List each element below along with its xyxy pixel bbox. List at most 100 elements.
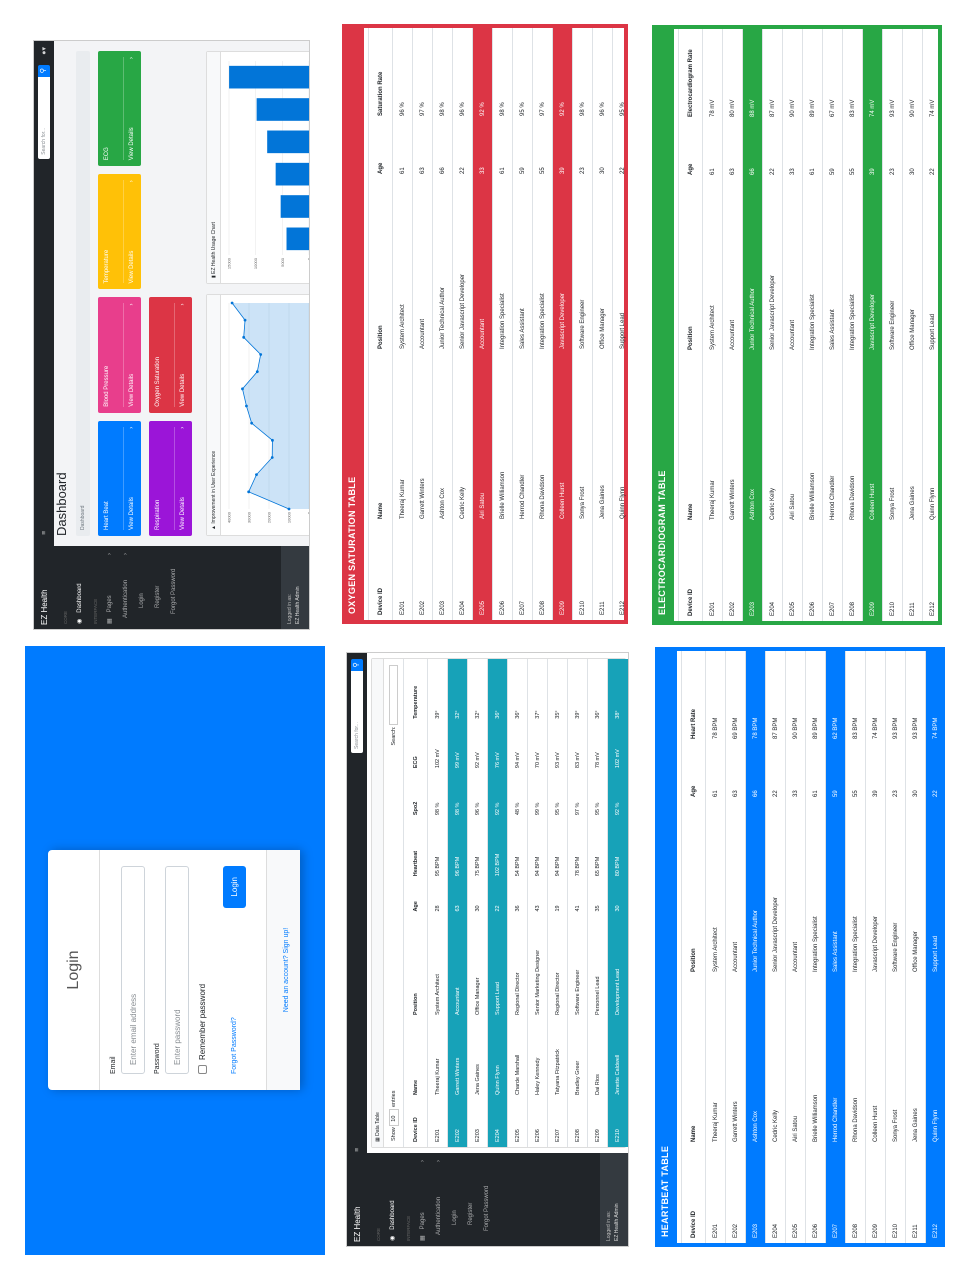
table-row[interactable]: E203 Jena Gaines Office Manager 30 75 BPM 96 …: [467, 659, 488, 1147]
column-header[interactable]: Device ID: [678, 525, 703, 621]
table-row[interactable]: E209 Colleen Hurst Javascript Developer 39 7…: [862, 29, 883, 621]
table-row[interactable]: E208 Bradley Greer Software Engineer 41 78 B…: [567, 659, 588, 1147]
column-header[interactable]: Heart Rate: [681, 651, 706, 744]
column-header[interactable]: Position: [368, 179, 393, 354]
table-row[interactable]: E210 Jenette Caldwell Development Lead 30 80…: [607, 659, 628, 1147]
table-row[interactable]: E204 Cedric Kelly Senior Javascript Develo…: [765, 651, 786, 1243]
column-header[interactable]: Device ID: [403, 1099, 428, 1147]
table-row[interactable]: E206 Brielle Williamson Integration Specia…: [492, 28, 513, 620]
sidebar-item-register[interactable]: Register: [463, 1160, 479, 1241]
sidebar-item-register[interactable]: Register: [150, 553, 166, 624]
table-row[interactable]: E208 Rhona Davidson Integration Specialist…: [845, 651, 866, 1243]
table-row[interactable]: E202 Garrett Winters Accountant 63 97 %: [412, 28, 433, 620]
table-row[interactable]: E205 Airi Satou Accountant 33 90 BPM: [785, 651, 806, 1243]
sidebar-item-login[interactable]: Login: [134, 553, 150, 624]
email-field[interactable]: Enter email address: [121, 866, 145, 1074]
brand[interactable]: EZ Health: [353, 1162, 362, 1242]
entries-select[interactable]: 10: [388, 1108, 399, 1126]
table-row[interactable]: E204 Quinn Flynn Support Lead 22 102 BPM 92 %…: [487, 659, 508, 1147]
column-header[interactable]: ECG: [403, 723, 428, 774]
table-row[interactable]: E209 Colleen Hurst Javascript Developer 39 7…: [865, 651, 886, 1243]
card-ecg[interactable]: ECG View Details ›: [98, 51, 141, 167]
table-row[interactable]: E204 Cedric Kelly Senior Javascript Develo…: [762, 29, 783, 621]
column-header[interactable]: Device ID: [368, 524, 393, 620]
sidebar-item-authentication[interactable]: Authentication ›: [431, 1160, 447, 1241]
column-header[interactable]: Age: [403, 881, 428, 917]
signup-link[interactable]: Need an account? Sign up!: [283, 928, 290, 1012]
user-icon[interactable]: ●▾: [40, 47, 48, 55]
table-row[interactable]: E205 Airi Satou Accountant 33 90 mV: [782, 29, 803, 621]
table-row[interactable]: E206 Haley Kennedy Senior Marketing Design…: [527, 659, 548, 1147]
table-row[interactable]: E211 Jena Gaines Office Manager 30 90 mV: [902, 29, 923, 621]
column-header[interactable]: Spo2: [403, 773, 428, 821]
column-header[interactable]: Electrocardiogram Rate: [678, 29, 703, 122]
column-header[interactable]: Age: [681, 744, 706, 802]
table-row[interactable]: E206 Brielle Williamson Integration Specia…: [802, 29, 823, 621]
column-header[interactable]: Device ID: [681, 1147, 706, 1243]
sidebar-item-pages[interactable]: ▦ Pages ›: [414, 1160, 431, 1241]
table-row[interactable]: E203 Ashton Cox Junior Technical Author 66 8…: [742, 29, 763, 621]
table-row[interactable]: E208 Rhona Davidson Integration Specialist…: [842, 29, 863, 621]
table-row[interactable]: E210 Sonya Frost Software Engineer 23 93 BPM: [885, 651, 906, 1243]
table-row[interactable]: E210 Sonya Frost Software Engineer 23 93 mV: [882, 29, 903, 621]
table-row[interactable]: E209 Dai Rios Personnel Lead 35 65 BPM 95 % 78…: [587, 659, 608, 1147]
column-header[interactable]: Name: [403, 1020, 428, 1100]
card-blood-pressure[interactable]: Blood Pressure View Details ›: [98, 297, 141, 413]
card-link[interactable]: View Details: [180, 497, 186, 530]
table-row[interactable]: E212 Quinn Flynn Support Lead 22 95 %: [612, 28, 628, 620]
menu-toggle-icon[interactable]: ≡: [354, 1148, 361, 1152]
card-oxygen-saturation[interactable]: Oxygen Saturation View Details ›: [149, 297, 192, 413]
sidebar-item-dashboard[interactable]: ◉ Dashboard: [71, 553, 88, 624]
table-row[interactable]: E207 Herrod Chandler Sales Assistant 59 95 %: [512, 28, 533, 620]
table-row[interactable]: E211 Jena Gaines Office Manager 30 96 %: [592, 28, 613, 620]
forgot-password-link[interactable]: Forgot Password?: [231, 1017, 238, 1074]
table-row[interactable]: E201 Theeraj Kumar System Architect 61 96 %: [392, 28, 413, 620]
column-header[interactable]: Age: [678, 122, 703, 180]
table-row[interactable]: E207 Herrod Chandler Sales Assistant 59 67 m…: [822, 29, 843, 621]
column-header[interactable]: Temperature: [403, 659, 428, 724]
table-row[interactable]: E204 Cedric Kelly Senior Javascript Develo…: [452, 28, 473, 620]
column-header[interactable]: Position: [403, 916, 428, 1021]
table-row[interactable]: E205 Airi Satou Accountant 33 92 %: [472, 28, 493, 620]
search-icon[interactable]: ⚲: [38, 64, 50, 77]
column-header[interactable]: Name: [678, 355, 703, 525]
column-header[interactable]: Name: [368, 354, 393, 524]
table-row[interactable]: E209 Colleen Hurst Javascript Developer 39 9…: [552, 28, 573, 620]
search-input[interactable]: Search for...: [38, 76, 50, 159]
table-row[interactable]: E202 Garrett Winters Accountant 63 80 mV: [722, 29, 743, 621]
column-header[interactable]: Age: [368, 121, 393, 179]
table-row[interactable]: E212 Quinn Flynn Support Lead 22 74 mV: [922, 29, 942, 621]
card-link[interactable]: View Details: [129, 127, 135, 160]
table-row[interactable]: E203 Ashton Cox Junior Technical Author 66 7…: [745, 651, 766, 1243]
remember-checkbox[interactable]: [198, 1065, 207, 1074]
sidebar-item-dashboard[interactable]: ◉ Dashboard: [384, 1160, 401, 1241]
table-row[interactable]: E206 Brielle Williamson Integration Specia…: [805, 651, 826, 1243]
table-row[interactable]: E208 Rhona Davidson Integration Specialist…: [532, 28, 553, 620]
sidebar-item-forgot-password[interactable]: Forgot Password: [166, 553, 182, 624]
table-row[interactable]: E205 Charde Marshall Regional Director 36 54…: [507, 659, 528, 1147]
login-button[interactable]: Login: [223, 866, 246, 908]
table-row[interactable]: E201 Theeraj Kumar System Architect 61 78 BP…: [705, 651, 726, 1243]
table-row[interactable]: E203 Ashton Cox Junior Technical Author 66 9…: [432, 28, 453, 620]
sidebar-item-pages[interactable]: ▦ Pages ›: [101, 553, 118, 624]
table-row[interactable]: E212 Quinn Flynn Support Lead 22 74 BPM: [925, 651, 945, 1243]
column-header[interactable]: Saturation Rate: [368, 28, 393, 121]
search-input[interactable]: Search for...: [351, 671, 363, 753]
table-row[interactable]: E207 Tatyana Fitzpatrick Regional Director…: [547, 659, 568, 1147]
table-search-input[interactable]: [389, 665, 398, 725]
table-row[interactable]: E202 Garrett Winters Accountant 63 96 BPM 98 …: [447, 659, 468, 1147]
column-header[interactable]: Position: [678, 180, 703, 355]
password-field[interactable]: Enter password: [165, 866, 189, 1074]
remember-row[interactable]: Remember password: [198, 866, 207, 1074]
search-icon[interactable]: ⚲: [351, 659, 363, 671]
column-header[interactable]: Heartbeat: [403, 820, 428, 882]
menu-toggle-icon[interactable]: ≡: [41, 531, 48, 535]
card-link[interactable]: View Details: [129, 251, 135, 284]
column-header[interactable]: Name: [681, 977, 706, 1147]
card-respiration[interactable]: Respiration View Details ›: [149, 420, 192, 536]
table-row[interactable]: E207 Herrod Chandler Sales Assistant 59 62 B…: [825, 651, 846, 1243]
table-row[interactable]: E210 Sonya Frost Software Engineer 23 98 %: [572, 28, 593, 620]
card-link[interactable]: View Details: [180, 374, 186, 407]
card-link[interactable]: View Details: [129, 374, 135, 407]
card-temperature[interactable]: Temperature View Details ›: [98, 174, 141, 290]
